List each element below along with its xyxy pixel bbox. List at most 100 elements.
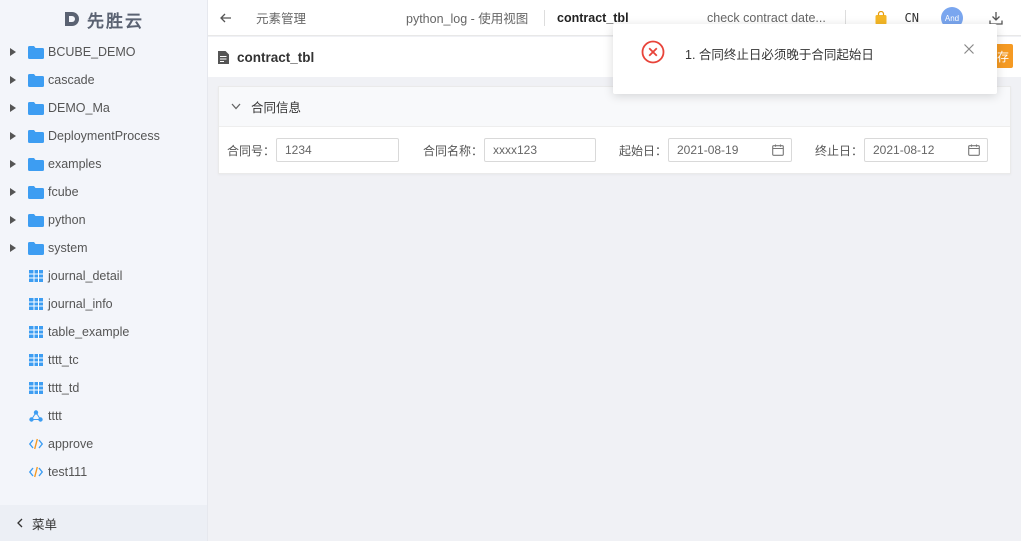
folder-icon <box>28 101 44 115</box>
table-icon <box>28 297 44 311</box>
sidebar-item-label: DeploymentProcess <box>48 129 160 143</box>
sidebar-item-journal-info[interactable]: journal_info <box>0 290 207 318</box>
language-switch[interactable]: CN <box>905 11 919 25</box>
caret-right-icon[interactable] <box>8 131 18 141</box>
tab-label: python_log - 使用视图 <box>406 12 529 26</box>
sidebar-item-label: examples <box>48 157 102 171</box>
sidebar-item-label: cascade <box>48 73 95 87</box>
sidebar-item-cascade[interactable]: cascade <box>0 66 207 94</box>
sidebar-item-label: BCUBE_DEMO <box>48 45 136 59</box>
menu-toggle-button[interactable]: 菜单 <box>0 505 207 541</box>
code-icon <box>28 437 44 451</box>
input-value: 1234 <box>285 143 312 157</box>
sidebar-item-label: fcube <box>48 185 79 199</box>
chevron-down-icon[interactable] <box>231 103 241 110</box>
caret-right-icon[interactable] <box>8 75 18 85</box>
folder-icon <box>28 241 44 255</box>
menu-label: 菜单 <box>32 517 58 532</box>
contract-name-label: 合同名称： <box>423 144 484 158</box>
table-icon <box>28 381 44 395</box>
back-button[interactable] <box>208 0 244 36</box>
sidebar-item-examples[interactable]: examples <box>0 150 207 178</box>
sidebar-item-approve[interactable]: approve <box>0 430 207 458</box>
tab-label: 元素管理 <box>256 12 307 26</box>
input-value: 2021-08-19 <box>677 143 739 157</box>
folder-icon <box>28 129 44 143</box>
sidebar-item-label: tttt <box>48 409 62 423</box>
sidebar-item-label: approve <box>48 437 94 451</box>
start-date-label: 起始日： <box>619 144 668 158</box>
start-date-picker[interactable]: 2021-08-19 <box>668 138 792 162</box>
contract-name-input[interactable]: xxxx123 <box>484 138 596 162</box>
sidebar-item-table-example[interactable]: table_example <box>0 318 207 346</box>
close-icon[interactable] <box>963 43 975 55</box>
page-title: contract_tbl <box>237 49 315 65</box>
tab-element-management[interactable]: 元素管理 <box>244 0 394 36</box>
folder-icon <box>28 73 44 87</box>
sidebar-tree: BCUBE_DEMO cascade DEMO_Ma DeploymentPro… <box>0 38 207 486</box>
error-circle-icon <box>641 40 665 64</box>
download-icon[interactable] <box>989 11 1003 25</box>
folder-icon <box>28 157 44 171</box>
logo: 先胜云 <box>0 0 207 38</box>
sidebar-item-fcube[interactable]: fcube <box>0 178 207 206</box>
sidebar-item-test111[interactable]: test111 <box>0 458 207 486</box>
contract-info-card: 合同信息 合同号： 1234 合同名称： xxxx123 起始日： 2021-0… <box>218 86 1011 174</box>
code-icon <box>28 465 44 479</box>
caret-right-icon[interactable] <box>8 187 18 197</box>
sidebar-item-label: table_example <box>48 325 130 339</box>
sidebar-item-label: test111 <box>48 465 88 479</box>
sidebar-item-demo-ma[interactable]: DEMO_Ma <box>0 94 207 122</box>
end-date-picker[interactable]: 2021-08-12 <box>864 138 988 162</box>
caret-right-icon[interactable] <box>8 215 18 225</box>
document-icon <box>218 50 229 64</box>
sidebar-item-label: tttt_tc <box>48 353 79 367</box>
sidebar-item-tttt-td[interactable]: tttt_td <box>0 374 207 402</box>
calendar-icon[interactable] <box>772 144 784 156</box>
sidebar-item-system[interactable]: system <box>0 234 207 262</box>
sidebar-item-bcube-demo[interactable]: BCUBE_DEMO <box>0 38 207 66</box>
input-value: 2021-08-12 <box>873 143 935 157</box>
tab-python-log[interactable]: python_log - 使用视图 <box>394 0 544 36</box>
tab-label: check contract date... <box>707 10 826 25</box>
sidebar-item-label: journal_info <box>48 297 113 311</box>
table-icon <box>28 325 44 339</box>
sidebar-item-tttt-tc[interactable]: tttt_tc <box>0 346 207 374</box>
form-row: 合同号： 1234 合同名称： xxxx123 起始日： 2021-08-19 … <box>219 127 1010 174</box>
sidebar-item-python[interactable]: python <box>0 206 207 234</box>
caret-right-icon[interactable] <box>8 243 18 253</box>
caret-right-icon[interactable] <box>8 47 18 57</box>
table-icon <box>28 353 44 367</box>
avatar-text: And <box>944 13 960 23</box>
end-date-label: 终止日： <box>815 144 864 158</box>
sidebar-item-label: tttt_td <box>48 381 80 395</box>
error-notification: 1. 合同终止日必须晚于合同起始日 <box>613 24 997 94</box>
tab-label: contract_tbl <box>557 10 629 25</box>
input-value: xxxx123 <box>493 143 538 157</box>
chevron-left-icon <box>17 518 23 528</box>
sidebar-item-journal-detail[interactable]: journal_detail <box>0 262 207 290</box>
sidebar-item-tttt[interactable]: tttt <box>0 402 207 430</box>
sidebar-item-label: python <box>48 213 86 227</box>
caret-right-icon[interactable] <box>8 159 18 169</box>
caret-right-icon[interactable] <box>8 103 18 113</box>
folder-icon <box>28 45 44 59</box>
section-title: 合同信息 <box>251 101 302 115</box>
sidebar-item-deploymentprocess[interactable]: DeploymentProcess <box>0 122 207 150</box>
sidebar-item-label: system <box>48 241 88 255</box>
sidebar: 先胜云 BCUBE_DEMO cascade DEMO_Ma Deploymen… <box>0 0 208 541</box>
calendar-icon[interactable] <box>968 144 980 156</box>
sidebar-item-label: journal_detail <box>48 269 123 283</box>
folder-icon <box>28 185 44 199</box>
logo-icon <box>65 12 79 26</box>
logo-text: 先胜云 <box>87 11 144 31</box>
contract-number-label: 合同号： <box>227 144 276 158</box>
table-icon <box>28 269 44 283</box>
arrow-left-icon <box>220 13 231 22</box>
folder-icon <box>28 213 44 227</box>
sidebar-item-label: DEMO_Ma <box>48 101 110 115</box>
notification-bag-icon[interactable] <box>875 11 887 25</box>
flow-icon <box>28 409 44 423</box>
notification-message: 1. 合同终止日必须晚于合同起始日 <box>685 48 874 62</box>
contract-number-input[interactable]: 1234 <box>276 138 399 162</box>
